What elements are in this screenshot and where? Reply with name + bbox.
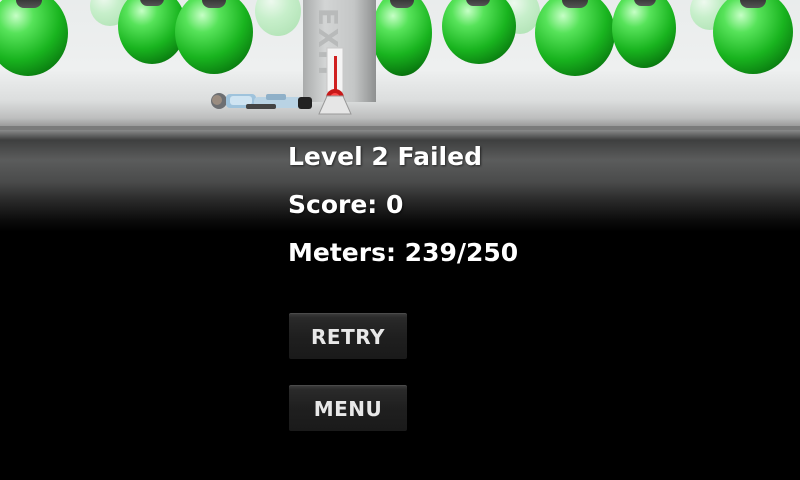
retry-button[interactable]: RETRY	[289, 313, 407, 359]
green-bulb	[713, 0, 793, 74]
bulb-cap	[16, 0, 42, 8]
meters-label: Meters:	[288, 238, 396, 267]
bulb-cap	[740, 0, 766, 8]
game-screen: EXIT Level 2 Failed Score: 0 Meters: 239…	[0, 0, 800, 480]
green-bulb	[612, 0, 676, 68]
retry-button-label: RETRY	[311, 324, 385, 349]
green-bulb	[0, 0, 68, 76]
bulb-cap	[562, 0, 588, 8]
green-bulb	[535, 0, 615, 76]
score-label: Score:	[288, 190, 378, 219]
green-bulb	[372, 0, 432, 76]
green-bulb	[175, 0, 253, 74]
green-bulb	[442, 0, 516, 64]
score-readout: Score: 0	[288, 190, 403, 219]
meters-readout: Meters: 239/250	[288, 238, 518, 267]
background-bulb	[255, 0, 301, 36]
level-failed-title: Level 2 Failed	[288, 142, 482, 171]
menu-button-label: MENU	[313, 396, 383, 421]
floor-edge	[0, 126, 800, 130]
laser-turret-sprite	[318, 47, 352, 115]
score-value: 0	[386, 190, 404, 219]
menu-button[interactable]: MENU	[289, 385, 407, 431]
fallen-player-sprite	[211, 93, 312, 109]
meters-value: 239/250	[404, 238, 519, 267]
